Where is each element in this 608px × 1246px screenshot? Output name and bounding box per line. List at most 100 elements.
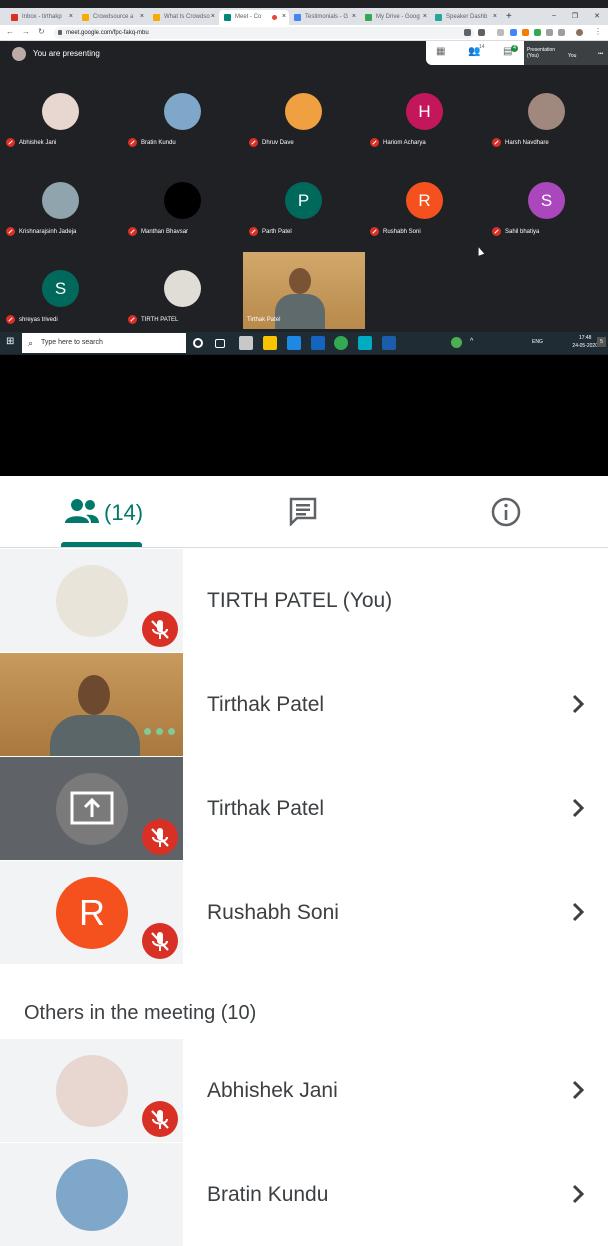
extension-icon[interactable] xyxy=(522,29,529,36)
tab-info[interactable] xyxy=(404,476,606,548)
extension-icon[interactable] xyxy=(558,29,565,36)
participant-row[interactable]: Bratin Kundu xyxy=(0,1143,608,1246)
close-tab-icon[interactable]: × xyxy=(282,13,286,20)
chevron-right-icon[interactable] xyxy=(568,900,588,924)
browser-tab[interactable]: Inbox - tirthakp × xyxy=(6,10,76,25)
tab-label: Speaker Dashb xyxy=(446,14,488,20)
browser-tab[interactable]: Crowdsource a × xyxy=(77,10,147,25)
task-view-icon[interactable] xyxy=(215,339,225,348)
close-window-icon[interactable]: ✕ xyxy=(594,12,600,20)
chrome-icon[interactable] xyxy=(334,336,348,350)
extension-icon[interactable] xyxy=(534,29,541,36)
minimize-icon[interactable]: – xyxy=(552,12,556,19)
mic-off-icon xyxy=(128,315,137,324)
participant-name: Abhishek Jani xyxy=(207,1079,338,1102)
language-indicator[interactable]: ENG xyxy=(532,339,543,345)
browser-tab[interactable]: Testimonials - G × xyxy=(289,10,359,25)
participant-row[interactable]: Tirthak Patel xyxy=(0,653,608,756)
participant-tile: Krishnarajsinh Jadeja xyxy=(0,175,121,263)
reload-icon[interactable]: ↻ xyxy=(38,27,45,36)
browser-tab[interactable]: Speaker Dashb × xyxy=(430,10,500,25)
tab-favicon-icon xyxy=(153,14,160,21)
windows-start-icon[interactable]: ⊞ xyxy=(6,337,16,347)
tab-label: Testimonials - G xyxy=(305,14,349,20)
more-menu-icon[interactable]: ⋮ xyxy=(594,27,602,36)
tab-favicon-icon xyxy=(435,14,442,21)
tile-name: TIRTH PATEL xyxy=(128,315,178,324)
mic-off-icon[interactable] xyxy=(142,923,178,959)
more-options-icon[interactable]: ••• xyxy=(598,51,603,57)
mic-off-icon[interactable] xyxy=(142,611,178,647)
url-field[interactable]: meet.google.com/fpc-fakq-mbu xyxy=(54,27,474,39)
chevron-right-icon[interactable] xyxy=(568,692,588,716)
edge-icon[interactable] xyxy=(287,336,301,350)
taskbar-search[interactable]: ⌕ Type here to search xyxy=(22,333,186,353)
notification-icon[interactable]: 5 xyxy=(597,337,606,347)
restore-icon[interactable]: ❐ xyxy=(572,12,578,20)
tile-name: Manthan Bhavsar xyxy=(128,227,188,236)
star-icon[interactable] xyxy=(478,29,485,36)
clock[interactable]: 17:48 24-05-2020 xyxy=(572,334,598,350)
tile-name: Rushabh Soni xyxy=(370,227,421,236)
close-tab-icon[interactable]: × xyxy=(352,13,356,20)
chevron-right-icon[interactable] xyxy=(568,1078,588,1102)
tab-favicon-icon xyxy=(294,14,301,21)
tray-icon[interactable] xyxy=(451,337,462,348)
close-tab-icon[interactable]: × xyxy=(423,13,427,20)
participant-row[interactable]: Abhishek Jani xyxy=(0,1039,608,1142)
tile-name-text: Harsh Navdhare xyxy=(505,140,549,147)
person-head xyxy=(289,268,311,294)
back-icon[interactable]: ← xyxy=(6,27,14,36)
browser-tab[interactable]: Meet - Co × xyxy=(219,10,289,25)
browser-tab[interactable]: What Is Crowdso × xyxy=(148,10,218,25)
close-tab-icon[interactable]: × xyxy=(140,13,144,20)
mic-off-icon xyxy=(249,138,258,147)
tile-name-text: Manthan Bhavsar xyxy=(141,229,189,236)
avatar xyxy=(164,270,201,307)
close-tab-icon[interactable]: × xyxy=(493,13,497,20)
avatar xyxy=(56,1055,128,1127)
people-icon xyxy=(65,499,99,523)
store-icon[interactable] xyxy=(311,336,325,350)
extension-icon[interactable] xyxy=(497,29,504,36)
close-tab-icon[interactable]: × xyxy=(211,13,215,20)
profile-avatar[interactable] xyxy=(576,29,583,36)
avatar xyxy=(56,1159,128,1231)
mic-off-icon[interactable] xyxy=(142,819,178,855)
grid-icon[interactable]: ▦ xyxy=(436,46,445,57)
tile-name: Sahil bhatiya xyxy=(492,227,539,236)
tile-name-text: Dhruv Dave xyxy=(262,140,294,147)
close-tab-icon[interactable]: × xyxy=(69,13,73,20)
participant-tile: Harsh Navdhare xyxy=(486,86,607,174)
avatar: R xyxy=(406,182,443,219)
file-explorer-icon[interactable] xyxy=(263,336,277,350)
extension-icon[interactable] xyxy=(546,29,553,36)
extension-icon[interactable] xyxy=(510,29,517,36)
new-tab-icon[interactable]: + xyxy=(506,10,512,25)
forward-icon[interactable]: → xyxy=(22,27,30,36)
cortana-icon[interactable] xyxy=(193,338,203,348)
word-icon[interactable] xyxy=(382,336,396,350)
camera-icon[interactable] xyxy=(464,29,471,36)
tab-people[interactable]: (14) xyxy=(0,476,202,548)
participant-row[interactable]: TIRTH PATEL (You) xyxy=(0,549,608,652)
participant-row[interactable]: Tirthak Patel xyxy=(0,757,608,860)
participant-tile: Abhishek Jani xyxy=(0,86,121,174)
info-icon xyxy=(491,497,521,527)
tile-name-text: Bratin Kundu xyxy=(141,140,176,147)
app-icon[interactable] xyxy=(239,336,253,350)
chevron-right-icon[interactable] xyxy=(568,1182,588,1206)
self-preview[interactable]: Presentation (You) You ••• xyxy=(524,41,608,65)
app-icon[interactable] xyxy=(358,336,372,350)
participant-name: Tirthak Patel xyxy=(207,693,325,716)
avatar xyxy=(164,93,201,130)
participant-row[interactable]: R Rushabh Soni xyxy=(0,861,608,964)
chevron-up-icon[interactable]: ^ xyxy=(470,338,473,345)
chevron-right-icon[interactable] xyxy=(568,796,588,820)
chat-icon xyxy=(289,497,317,526)
mic-off-icon[interactable] xyxy=(142,1101,178,1137)
avatar: P xyxy=(285,182,322,219)
presenting-banner: You are presenting xyxy=(12,47,100,61)
tab-chat[interactable] xyxy=(202,476,404,548)
browser-tab[interactable]: My Drive - Goog × xyxy=(360,10,430,25)
